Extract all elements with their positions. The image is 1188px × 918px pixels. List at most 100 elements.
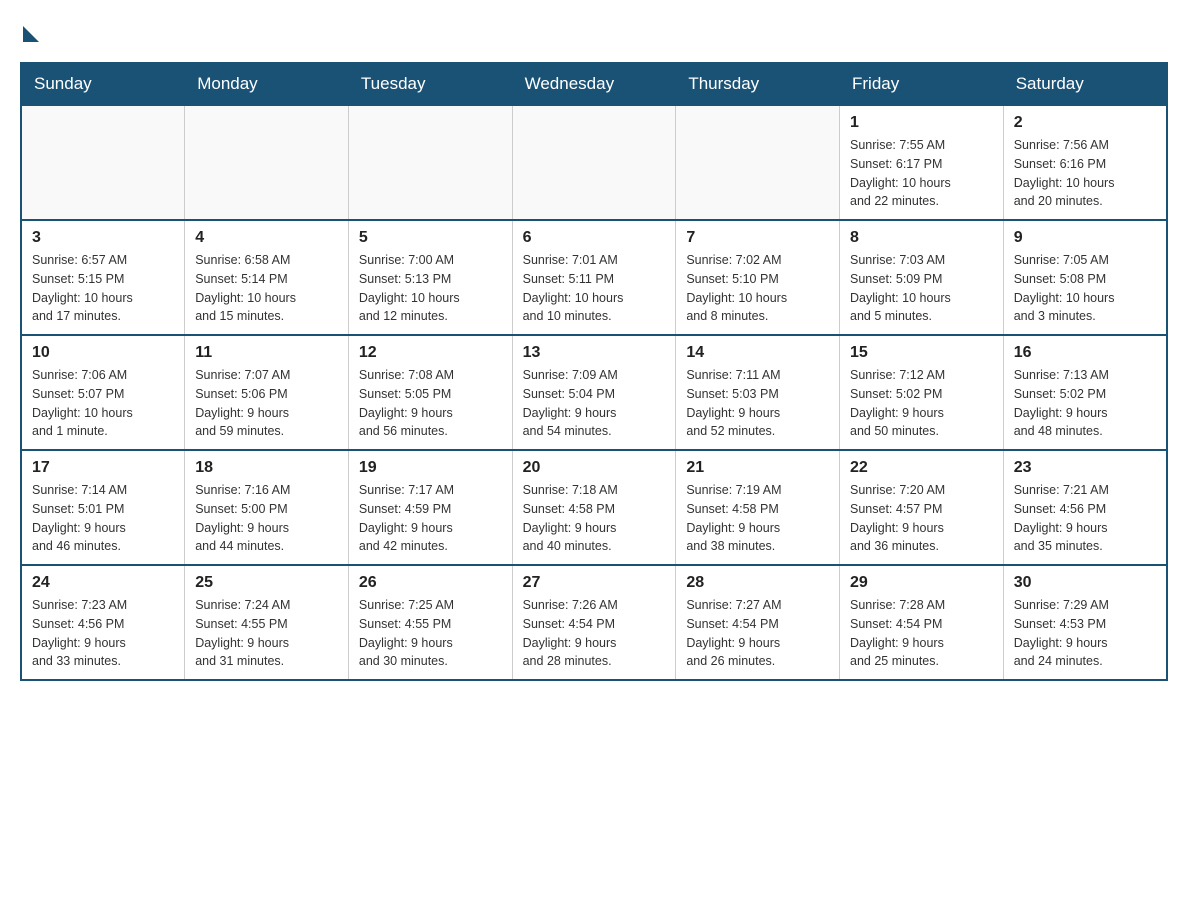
day-number: 23 — [1014, 459, 1156, 477]
calendar-cell: 21 Sunrise: 7:19 AM Sunset: 4:58 PM Dayli… — [676, 450, 840, 565]
day-number: 13 — [523, 344, 666, 362]
calendar-cell: 4 Sunrise: 6:58 AM Sunset: 5:14 PM Daylig… — [185, 220, 349, 335]
day-number: 6 — [523, 229, 666, 247]
calendar-cell: 25 Sunrise: 7:24 AM Sunset: 4:55 PM Dayli… — [185, 565, 349, 680]
day-info: Sunrise: 7:18 AM Sunset: 4:58 PM Dayligh… — [523, 481, 666, 556]
calendar-cell — [512, 105, 676, 220]
calendar-day-header: Monday — [185, 63, 349, 105]
calendar-cell — [21, 105, 185, 220]
calendar-cell: 6 Sunrise: 7:01 AM Sunset: 5:11 PM Daylig… — [512, 220, 676, 335]
calendar-week-row: 17 Sunrise: 7:14 AM Sunset: 5:01 PM Dayli… — [21, 450, 1167, 565]
day-number: 15 — [850, 344, 993, 362]
day-info: Sunrise: 7:03 AM Sunset: 5:09 PM Dayligh… — [850, 251, 993, 326]
calendar-cell: 1 Sunrise: 7:55 AM Sunset: 6:17 PM Daylig… — [840, 105, 1004, 220]
day-number: 12 — [359, 344, 502, 362]
calendar-cell: 11Sunrise: 7:07 AM Sunset: 5:06 PM Dayli… — [185, 335, 349, 450]
day-info: Sunrise: 7:08 AM Sunset: 5:05 PM Dayligh… — [359, 366, 502, 441]
calendar-header-row: SundayMondayTuesdayWednesdayThursdayFrid… — [21, 63, 1167, 105]
day-number: 25 — [195, 574, 338, 592]
day-number: 5 — [359, 229, 502, 247]
calendar-cell: 9 Sunrise: 7:05 AM Sunset: 5:08 PM Daylig… — [1003, 220, 1167, 335]
calendar-day-header: Saturday — [1003, 63, 1167, 105]
calendar-week-row: 24Sunrise: 7:23 AM Sunset: 4:56 PM Dayli… — [21, 565, 1167, 680]
day-info: Sunrise: 7:13 AM Sunset: 5:02 PM Dayligh… — [1014, 366, 1156, 441]
calendar-cell: 30 Sunrise: 7:29 AM Sunset: 4:53 PM Dayli… — [1003, 565, 1167, 680]
day-number: 28 — [686, 574, 829, 592]
day-number: 20 — [523, 459, 666, 477]
day-info: Sunrise: 7:01 AM Sunset: 5:11 PM Dayligh… — [523, 251, 666, 326]
calendar-day-header: Thursday — [676, 63, 840, 105]
day-number: 22 — [850, 459, 993, 477]
calendar-cell: 10 Sunrise: 7:06 AM Sunset: 5:07 PM Dayli… — [21, 335, 185, 450]
calendar-cell: 29 Sunrise: 7:28 AM Sunset: 4:54 PM Dayli… — [840, 565, 1004, 680]
day-number: 4 — [195, 229, 338, 247]
day-number: 21 — [686, 459, 829, 477]
day-info: Sunrise: 7:11 AM Sunset: 5:03 PM Dayligh… — [686, 366, 829, 441]
day-info: Sunrise: 7:14 AM Sunset: 5:01 PM Dayligh… — [32, 481, 174, 556]
day-info: Sunrise: 7:29 AM Sunset: 4:53 PM Dayligh… — [1014, 596, 1156, 671]
calendar-cell: 22 Sunrise: 7:20 AM Sunset: 4:57 PM Dayli… — [840, 450, 1004, 565]
calendar-week-row: 1 Sunrise: 7:55 AM Sunset: 6:17 PM Daylig… — [21, 105, 1167, 220]
day-number: 10 — [32, 344, 174, 362]
calendar-cell: 24Sunrise: 7:23 AM Sunset: 4:56 PM Dayli… — [21, 565, 185, 680]
calendar-cell — [676, 105, 840, 220]
day-info: Sunrise: 7:09 AM Sunset: 5:04 PM Dayligh… — [523, 366, 666, 441]
logo-arrow-icon — [23, 26, 39, 42]
day-info: Sunrise: 7:55 AM Sunset: 6:17 PM Dayligh… — [850, 136, 993, 211]
page-header — [20, 20, 1168, 42]
day-info: Sunrise: 7:26 AM Sunset: 4:54 PM Dayligh… — [523, 596, 666, 671]
day-info: Sunrise: 7:16 AM Sunset: 5:00 PM Dayligh… — [195, 481, 338, 556]
calendar-day-header: Friday — [840, 63, 1004, 105]
calendar-cell: 23Sunrise: 7:21 AM Sunset: 4:56 PM Dayli… — [1003, 450, 1167, 565]
calendar-cell: 19 Sunrise: 7:17 AM Sunset: 4:59 PM Dayli… — [348, 450, 512, 565]
day-info: Sunrise: 6:57 AM Sunset: 5:15 PM Dayligh… — [32, 251, 174, 326]
calendar-cell: 26 Sunrise: 7:25 AM Sunset: 4:55 PM Dayli… — [348, 565, 512, 680]
day-info: Sunrise: 7:27 AM Sunset: 4:54 PM Dayligh… — [686, 596, 829, 671]
day-info: Sunrise: 7:17 AM Sunset: 4:59 PM Dayligh… — [359, 481, 502, 556]
day-number: 27 — [523, 574, 666, 592]
day-number: 3 — [32, 229, 174, 247]
calendar-table: SundayMondayTuesdayWednesdayThursdayFrid… — [20, 62, 1168, 681]
day-number: 14 — [686, 344, 829, 362]
day-number: 16 — [1014, 344, 1156, 362]
calendar-cell: 20 Sunrise: 7:18 AM Sunset: 4:58 PM Dayli… — [512, 450, 676, 565]
day-info: Sunrise: 7:06 AM Sunset: 5:07 PM Dayligh… — [32, 366, 174, 441]
day-number: 1 — [850, 114, 993, 132]
day-number: 18 — [195, 459, 338, 477]
calendar-cell: 17 Sunrise: 7:14 AM Sunset: 5:01 PM Dayli… — [21, 450, 185, 565]
calendar-cell: 27 Sunrise: 7:26 AM Sunset: 4:54 PM Dayli… — [512, 565, 676, 680]
day-info: Sunrise: 6:58 AM Sunset: 5:14 PM Dayligh… — [195, 251, 338, 326]
day-info: Sunrise: 7:19 AM Sunset: 4:58 PM Dayligh… — [686, 481, 829, 556]
day-info: Sunrise: 7:05 AM Sunset: 5:08 PM Dayligh… — [1014, 251, 1156, 326]
day-number: 17 — [32, 459, 174, 477]
calendar-cell: 18 Sunrise: 7:16 AM Sunset: 5:00 PM Dayli… — [185, 450, 349, 565]
day-info: Sunrise: 7:20 AM Sunset: 4:57 PM Dayligh… — [850, 481, 993, 556]
calendar-cell: 12 Sunrise: 7:08 AM Sunset: 5:05 PM Dayli… — [348, 335, 512, 450]
day-number: 29 — [850, 574, 993, 592]
calendar-cell: 28 Sunrise: 7:27 AM Sunset: 4:54 PM Dayli… — [676, 565, 840, 680]
day-number: 19 — [359, 459, 502, 477]
calendar-day-header: Sunday — [21, 63, 185, 105]
day-info: Sunrise: 7:07 AM Sunset: 5:06 PM Dayligh… — [195, 366, 338, 441]
calendar-cell: 8 Sunrise: 7:03 AM Sunset: 5:09 PM Daylig… — [840, 220, 1004, 335]
calendar-cell: 7Sunrise: 7:02 AM Sunset: 5:10 PM Daylig… — [676, 220, 840, 335]
day-info: Sunrise: 7:56 AM Sunset: 6:16 PM Dayligh… — [1014, 136, 1156, 211]
day-number: 8 — [850, 229, 993, 247]
day-number: 30 — [1014, 574, 1156, 592]
logo — [20, 20, 39, 42]
day-info: Sunrise: 7:25 AM Sunset: 4:55 PM Dayligh… — [359, 596, 502, 671]
day-number: 26 — [359, 574, 502, 592]
day-number: 24 — [32, 574, 174, 592]
calendar-cell — [348, 105, 512, 220]
calendar-cell: 16 Sunrise: 7:13 AM Sunset: 5:02 PM Dayli… — [1003, 335, 1167, 450]
calendar-cell: 14 Sunrise: 7:11 AM Sunset: 5:03 PM Dayli… — [676, 335, 840, 450]
day-number: 7 — [686, 229, 829, 247]
day-info: Sunrise: 7:24 AM Sunset: 4:55 PM Dayligh… — [195, 596, 338, 671]
calendar-week-row: 10 Sunrise: 7:06 AM Sunset: 5:07 PM Dayli… — [21, 335, 1167, 450]
day-info: Sunrise: 7:28 AM Sunset: 4:54 PM Dayligh… — [850, 596, 993, 671]
calendar-week-row: 3 Sunrise: 6:57 AM Sunset: 5:15 PM Daylig… — [21, 220, 1167, 335]
calendar-cell — [185, 105, 349, 220]
day-number: 9 — [1014, 229, 1156, 247]
calendar-cell: 15Sunrise: 7:12 AM Sunset: 5:02 PM Dayli… — [840, 335, 1004, 450]
calendar-cell: 13 Sunrise: 7:09 AM Sunset: 5:04 PM Dayli… — [512, 335, 676, 450]
